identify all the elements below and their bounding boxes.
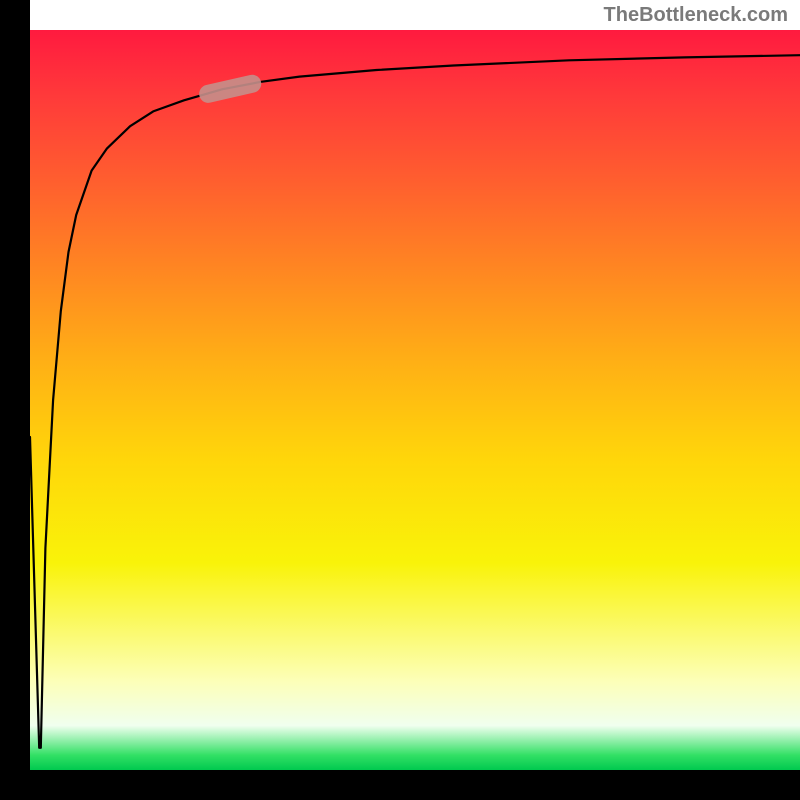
- x-axis-bar: [0, 770, 800, 800]
- watermark-text: TheBottleneck.com: [604, 4, 788, 27]
- curve-svg: [30, 30, 800, 770]
- bottleneck-curve: [30, 55, 800, 748]
- y-axis-bar: [0, 0, 30, 770]
- chart-container: [0, 0, 800, 800]
- highlight-segment: [197, 73, 263, 105]
